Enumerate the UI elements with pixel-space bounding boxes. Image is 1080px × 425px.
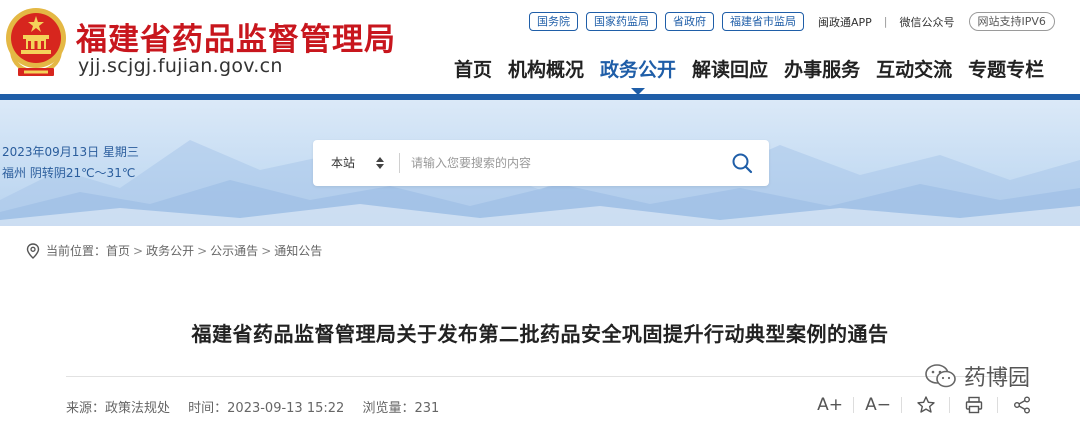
site-title[interactable]: 福建省药品监督管理局 [76,14,396,59]
breadcrumb-separator: > [261,243,272,258]
article-content: 当前位置： 首页 > 政务公开 > 公示通告 > 通知公告 福建省药品监督管理局… [0,226,1080,425]
meta-divider [66,376,1020,377]
wechat-logo-icon [925,364,956,388]
breadcrumb-home[interactable]: 首页 [106,242,130,259]
breadcrumb-separator: > [197,243,208,258]
print-icon [965,396,983,414]
search-box: 本站 [313,140,769,186]
nav-gov-affairs[interactable]: 政务公开 [592,56,684,95]
breadcrumb-public-notice[interactable]: 公示通告 [210,242,258,259]
watermark-text: 药博园 [964,366,1031,391]
nav-topics[interactable]: 专题专栏 [960,56,1052,84]
search-scope-select[interactable]: 本站 [331,140,355,186]
date-weather: 2023年09月13日 星期三 福州 阴转阴21℃～31℃ [2,142,139,184]
font-larger-icon: A+ [817,395,843,415]
link-market-regulation[interactable]: 福建省市监局 [722,12,804,31]
breadcrumb-separator: > [133,243,144,258]
nav-interpretation[interactable]: 解读回应 [684,56,776,84]
banner: 2023年09月13日 星期三 福州 阴转阴21℃～31℃ 本站 [0,100,1080,226]
link-wechat[interactable]: 微信公众号 [900,14,955,30]
font-smaller-button[interactable]: A− [854,392,902,418]
divider [399,153,400,173]
link-provincial-gov[interactable]: 省政府 [665,12,714,31]
search-icon[interactable] [731,152,753,174]
font-smaller-icon: A− [865,395,891,415]
updown-arrows-icon[interactable] [375,156,385,170]
nav-services[interactable]: 办事服务 [776,56,868,84]
article-meta: 来源：政策法规处 时间：2023-09-13 15:22 浏览量：231 [66,397,453,416]
article-source: 来源：政策法规处 [66,401,171,416]
font-larger-button[interactable]: A+ [806,392,854,418]
breadcrumb-announcements[interactable]: 通知公告 [274,242,322,259]
search-input[interactable] [411,148,711,178]
breadcrumb-label: 当前位置： [46,244,107,258]
site-header: 福建省药品监督管理局 yjj.scjgj.fujian.gov.cn 国务院 国… [0,0,1080,95]
breadcrumb: 当前位置： 首页 > 政务公开 > 公示通告 > 通知公告 [26,242,322,259]
star-icon [917,396,935,413]
link-nmpa[interactable]: 国家药监局 [586,12,657,31]
share-icon [1014,396,1030,414]
site-domain: yjj.scjgj.fujian.gov.cn [78,55,283,77]
divider: | [883,15,888,28]
link-state-council[interactable]: 国务院 [529,12,578,31]
favorite-button[interactable] [902,392,950,418]
article-views: 浏览量：231 [362,401,440,416]
article-title: 福建省药品监督管理局关于发布第二批药品安全巩固提升行动典型案例的通告 [191,322,889,346]
link-app[interactable]: 闽政通APP [818,14,872,30]
nav-home[interactable]: 首页 [446,56,500,84]
print-button[interactable] [950,392,998,418]
nav-about[interactable]: 机构概况 [500,56,592,84]
breadcrumb-gov-affairs[interactable]: 政务公开 [146,242,194,259]
top-links: 国务院 国家药监局 省政府 福建省市监局 闽政通APP | 微信公众号 网站支持… [529,12,1055,31]
ipv6-badge: 网站支持IPV6 [968,12,1055,31]
weather-info: 福州 阴转阴21℃～31℃ [2,166,136,180]
article-time: 时间：2023-09-13 15:22 [188,401,345,416]
main-nav: 首页 机构概况 政务公开 解读回应 办事服务 互动交流 专题专栏 [446,56,1052,95]
location-pin-icon [26,242,40,259]
share-button[interactable] [998,392,1046,418]
nav-gov-affairs-label: 政务公开 [600,59,677,81]
national-emblem-icon[interactable] [4,6,68,78]
watermark: 药博园 [924,360,1030,392]
article-tools: A+ A− [806,392,1046,418]
current-date: 2023年09月13日 星期三 [2,145,139,159]
nav-interaction[interactable]: 互动交流 [868,56,960,84]
